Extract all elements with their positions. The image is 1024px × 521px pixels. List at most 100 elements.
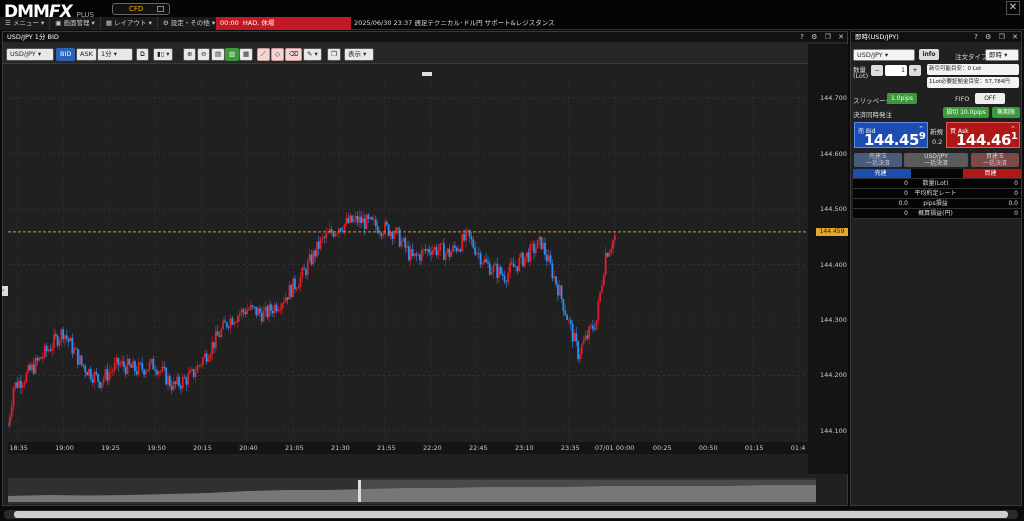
candle (420, 249, 423, 261)
table-row: 0 平均約定レート 0 (853, 189, 1021, 199)
popout-icon[interactable]: ❐ (825, 33, 831, 41)
candle (606, 253, 609, 257)
candle (244, 311, 247, 315)
duplicate-icon[interactable]: ❐ (327, 48, 341, 61)
buy-ask-button[interactable]: 買 Ask 144.461 ⌃ (946, 122, 1020, 149)
zoom-out-icon[interactable]: ⊖ (197, 48, 211, 61)
pen-icon[interactable]: ✎ ▾ (303, 48, 322, 61)
navigator[interactable] (8, 478, 816, 504)
collapse-handle-icon[interactable] (422, 72, 432, 76)
candle (415, 253, 418, 256)
copy-icon[interactable]: ⧉ (136, 48, 149, 61)
candle (56, 335, 59, 346)
ask-toggle[interactable]: ASK (76, 48, 97, 61)
slippage-button[interactable]: 1.0pips (887, 93, 917, 104)
time-axis: 18:35 19:00 19:25 19:50 20:15 20:40 21:05 21:30… (8, 442, 808, 454)
price-chart[interactable] (8, 76, 808, 442)
candle (292, 278, 294, 297)
popout-icon[interactable]: ❐ (999, 33, 1005, 41)
order-type-select[interactable]: 即時 ▾ (985, 49, 1019, 61)
candle (76, 348, 79, 365)
menu-item-layout[interactable]: ▦ レイアウト ▾ (100, 17, 158, 30)
interval-value: 1分 (101, 50, 112, 58)
info-button[interactable]: info (919, 49, 939, 60)
unlimited-button[interactable]: 無期限 (992, 107, 1020, 118)
candle (102, 378, 105, 383)
candle (316, 241, 318, 257)
candle (612, 239, 614, 249)
chart-grid (8, 76, 808, 442)
candle (483, 259, 486, 264)
menu-item-settings[interactable]: ⚙ 設定・その他 ▾ (157, 17, 222, 30)
candle (556, 284, 559, 296)
candle (586, 335, 589, 339)
close-icon[interactable]: ✕ (1006, 1, 1020, 15)
loss-cut-button[interactable]: 損切 10.0pips (943, 107, 989, 118)
grid-icon[interactable]: ▤ (211, 48, 226, 61)
indicator-icon[interactable]: ▥ (225, 48, 240, 61)
fifo-toggle[interactable]: OFF (975, 93, 1005, 104)
chart-type-icon[interactable]: ▮▯ ▾ (153, 48, 174, 61)
bid-toggle[interactable]: BID (56, 48, 76, 61)
candle (499, 266, 502, 275)
candle (588, 326, 591, 339)
menu-item-menu[interactable]: ☰ メニュー ▾ (0, 17, 51, 30)
sell-settle-all-button[interactable]: 売建玉 一括決済 (854, 153, 902, 167)
news-ticker[interactable]: 2025/06/30 23:37 週足テクニカル･ドル円 サポート&レジスタンス (354, 17, 555, 30)
candle (10, 406, 13, 417)
scrollbar-thumb[interactable] (14, 511, 1008, 518)
close-icon[interactable]: ✕ (1012, 33, 1018, 41)
candle (205, 353, 208, 362)
erase-icon[interactable]: ⌫ (285, 48, 303, 61)
candle (34, 357, 37, 374)
qty-input[interactable]: 1 (885, 65, 907, 76)
zoom-in-icon[interactable]: ⊕ (183, 48, 197, 61)
candle (115, 357, 118, 363)
candle (536, 239, 539, 249)
pair-settle-all-button[interactable]: USD/JPY 一括決済 (904, 153, 968, 167)
navigator-handle (358, 480, 361, 502)
candle (531, 243, 534, 245)
candle (82, 364, 85, 367)
order-pair-select[interactable]: USD/JPY ▾ (853, 49, 915, 61)
candle (349, 215, 351, 223)
qty-plus-button[interactable]: + (909, 65, 921, 76)
candle (608, 251, 611, 257)
buy-settle-all-button[interactable]: 買建玉 一括決済 (971, 153, 1019, 167)
candle (14, 382, 17, 389)
close-icon[interactable]: ✕ (838, 33, 844, 41)
candle (284, 297, 287, 303)
candle (582, 340, 585, 345)
draw-line-icon[interactable]: ⟋ (257, 48, 270, 61)
candle (419, 254, 421, 261)
candle (207, 358, 210, 362)
draw-shape-icon[interactable]: ◇ (271, 48, 284, 61)
interval-select[interactable]: 1分 ▾ (97, 48, 133, 61)
scrollbar-track[interactable] (4, 510, 1018, 519)
candle (139, 362, 142, 364)
gear-icon[interactable]: ⚙ (985, 33, 991, 41)
pair-select[interactable]: USD/JPY ▾ (6, 48, 54, 61)
candle (119, 364, 122, 366)
help-icon[interactable]: ? (974, 33, 978, 41)
gear-icon[interactable]: ⚙ (811, 33, 817, 41)
buy-value: 0 (1014, 180, 1018, 187)
candle (275, 304, 278, 312)
candle (518, 257, 521, 272)
candle (323, 237, 326, 239)
order-type-label: 注文タイプ (955, 53, 988, 61)
qty-minus-button[interactable]: − (871, 65, 883, 76)
sell-bid-button[interactable]: 売 Bid 144.459 ⌃ (854, 122, 928, 149)
candle (442, 243, 445, 260)
side-collapse-icon[interactable]: ‹ (2, 286, 8, 296)
help-icon[interactable]: ? (800, 33, 804, 41)
display-menu[interactable]: 表示 ▾ (344, 48, 374, 61)
crosshair-icon[interactable]: ▦ (239, 48, 254, 61)
bottom-scrollbar[interactable] (0, 508, 1024, 521)
candle (47, 349, 50, 352)
menu-item-screen[interactable]: ▣ 画面管理 ▾ (50, 17, 101, 30)
candle (317, 241, 320, 249)
cfd-button[interactable]: CFD (112, 3, 170, 15)
candle (571, 323, 574, 342)
ticker-alert[interactable]: 00:00 HAD. 休場 (216, 17, 351, 30)
